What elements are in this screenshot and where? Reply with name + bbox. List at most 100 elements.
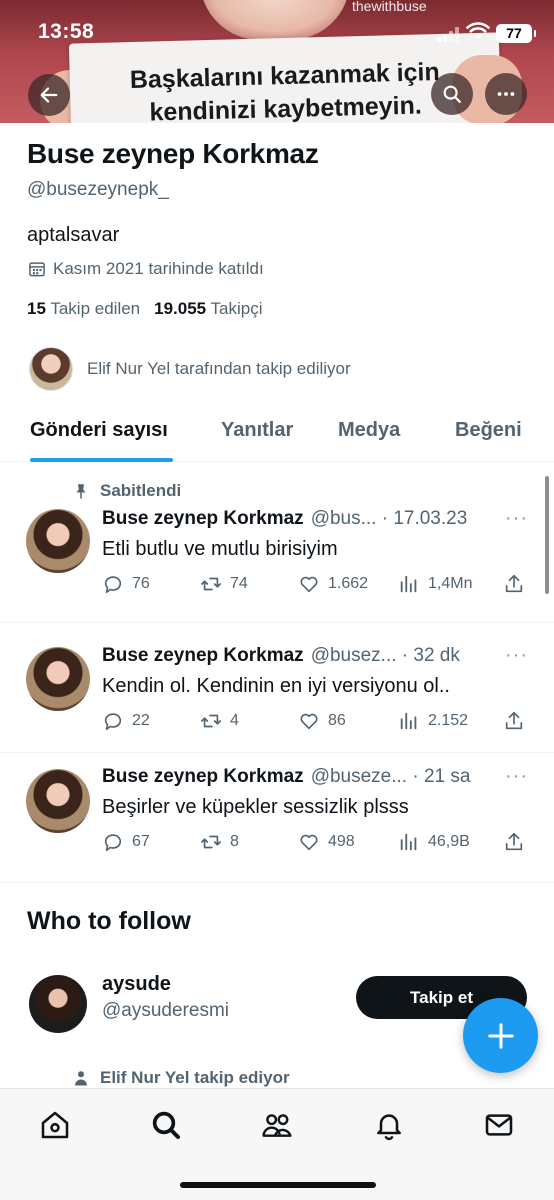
like-count: 498: [328, 833, 355, 850]
reply-button[interactable]: 22: [102, 710, 150, 732]
plus-icon: [487, 1022, 514, 1049]
tweet-author-name[interactable]: Buse zeynep Korkmaz: [102, 645, 304, 667]
tweet-more-button[interactable]: ···: [505, 765, 528, 788]
arrow-left-icon: [40, 87, 58, 103]
followed-by-row[interactable]: Elif Nur Yel tarafından takip ediliyor: [29, 347, 351, 391]
share-button[interactable]: [503, 831, 525, 853]
calendar-icon: [29, 262, 45, 277]
like-count: 1.662: [328, 575, 369, 592]
tweet-avatar[interactable]: [26, 509, 90, 573]
retweet-button[interactable]: 74: [200, 573, 248, 595]
reply-button[interactable]: 76: [102, 573, 150, 595]
pinned-label: Sabitlendi: [100, 481, 182, 500]
retweet-count: 74: [230, 575, 248, 592]
suggested-user-name[interactable]: aysude: [102, 973, 171, 996]
profile-bio: aptalsavar: [27, 224, 120, 246]
more-horizontal-icon: [497, 92, 515, 96]
tweet-actions: 76 74 1.662 1,4Mn: [102, 573, 532, 599]
tweet-meta: @buseze... · 21 sa: [310, 766, 471, 787]
tweet-text: Etli butlu ve mutlu birisiyim: [102, 538, 338, 560]
reply-count: 22: [132, 712, 150, 729]
retweet-button[interactable]: 8: [200, 831, 239, 853]
suggested-user-avatar[interactable]: [29, 975, 87, 1033]
tweet-more-button[interactable]: ···: [505, 507, 528, 530]
messages-envelope-icon[interactable]: [483, 1109, 515, 1141]
search-icon: [443, 85, 461, 103]
reply-icon: [104, 713, 122, 731]
tab-media[interactable]: Medya: [338, 419, 400, 442]
home-indicator: [180, 1182, 376, 1188]
cellular-signal-icon: [437, 26, 461, 42]
scrollbar[interactable]: [545, 476, 549, 594]
like-button[interactable]: 498: [298, 831, 355, 853]
share-button[interactable]: [503, 573, 525, 595]
tweet-author-name[interactable]: Buse zeynep Korkmaz: [102, 508, 304, 530]
tweet-avatar[interactable]: [26, 647, 90, 711]
analytics-icon: [400, 575, 417, 593]
notifications-bell-icon[interactable]: [373, 1109, 405, 1141]
followed-by-text: Elif Nur Yel tarafından takip ediliyor: [87, 359, 351, 378]
battery-icon: 77: [496, 24, 536, 43]
heart-icon: [300, 713, 318, 730]
tweet[interactable]: Buse zeynep Korkmaz @busez... · 32 dk ··…: [0, 623, 554, 753]
home-icon[interactable]: [39, 1109, 71, 1141]
communities-icon[interactable]: [261, 1109, 293, 1141]
retweet-icon: [201, 835, 221, 849]
tweet-author-name[interactable]: Buse zeynep Korkmaz: [102, 766, 304, 788]
social-context: Elif Nur Yel takip ediyor: [72, 1068, 290, 1088]
profile-handle: @busezeynepk_: [27, 179, 169, 200]
tab-posts[interactable]: Gönderi sayısı: [30, 419, 168, 442]
views-button[interactable]: 2.152: [398, 710, 468, 732]
who-to-follow-title: Who to follow: [27, 907, 191, 935]
followers-label: Takipçi: [210, 299, 263, 318]
views-button[interactable]: 46,9B: [398, 831, 470, 853]
more-options-button[interactable]: [485, 73, 527, 115]
reply-button[interactable]: 67: [102, 831, 150, 853]
follower-avatar: [29, 347, 73, 391]
view-count: 2.152: [428, 712, 469, 729]
like-count: 86: [328, 712, 346, 729]
tweet-more-button[interactable]: ···: [505, 644, 528, 667]
like-button[interactable]: 1.662: [298, 573, 368, 595]
following-link[interactable]: 15 Takip edilen: [27, 299, 140, 319]
search-icon[interactable]: [150, 1109, 182, 1141]
search-button[interactable]: [431, 73, 473, 115]
tweet-header: Buse zeynep Korkmaz @busez... · 32 dk: [102, 645, 460, 667]
tab-replies[interactable]: Yanıtlar: [221, 419, 293, 442]
reply-count: 76: [132, 575, 150, 592]
compose-tweet-button[interactable]: [463, 998, 538, 1073]
heart-icon: [300, 576, 318, 593]
retweet-icon: [201, 577, 221, 591]
tweet-meta: @bus... · 17.03.23: [310, 508, 468, 529]
status-time: 13:58: [38, 20, 95, 43]
suggested-user-handle: @aysuderesmi: [102, 1000, 229, 1021]
tweet-actions: 67 8 498 46,9B: [102, 831, 532, 857]
retweet-icon: [201, 714, 221, 728]
following-count: 15: [27, 299, 46, 318]
retweet-button[interactable]: 4: [200, 710, 239, 732]
views-button[interactable]: 1,4Mn: [398, 573, 472, 595]
wifi-icon: [466, 22, 490, 39]
tab-likes[interactable]: Beğeni: [455, 419, 522, 442]
followers-link[interactable]: 19.055 Takipçi: [154, 299, 262, 319]
pin-icon: [76, 484, 86, 499]
share-button[interactable]: [503, 710, 525, 732]
reply-count: 67: [132, 833, 150, 850]
retweet-count: 4: [230, 712, 239, 729]
share-icon: [505, 574, 523, 593]
tweet-text: Kendin ol. Kendinin en iyi versiyonu ol.…: [102, 675, 450, 697]
share-icon: [505, 832, 523, 851]
tweet-text: Beşirler ve küpekler sessizlik plsss: [102, 796, 409, 818]
back-button[interactable]: [28, 74, 70, 116]
tweet-pinned[interactable]: Sabitlendi Buse zeynep Korkmaz @bus... ·…: [0, 463, 554, 623]
social-context-text: Elif Nur Yel takip ediyor: [100, 1068, 290, 1087]
like-button[interactable]: 86: [298, 710, 346, 732]
active-tab-indicator: [30, 458, 173, 462]
view-count: 46,9B: [428, 833, 470, 850]
tweet[interactable]: Buse zeynep Korkmaz @buseze... · 21 sa ·…: [0, 753, 554, 883]
heart-icon: [300, 834, 318, 851]
bottom-nav: [0, 1088, 554, 1200]
view-count: 1,4Mn: [428, 575, 473, 592]
tweet-avatar[interactable]: [26, 769, 90, 833]
joined-date: Kasım 2021 tarihinde katıldı: [27, 259, 264, 279]
